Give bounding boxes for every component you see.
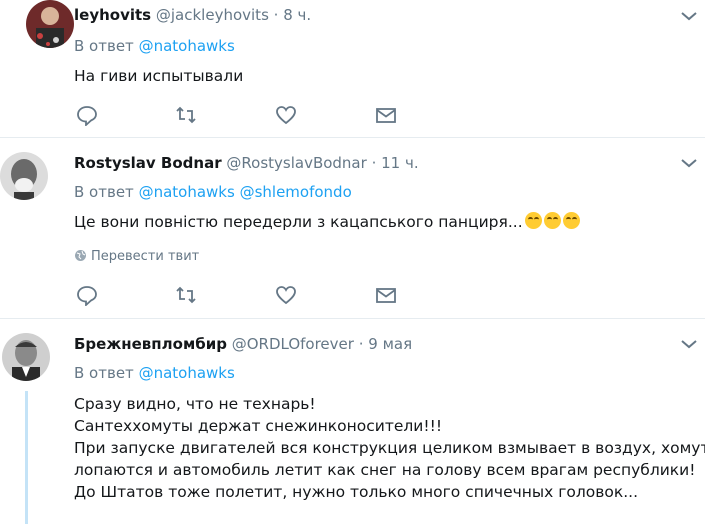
tweet-line: лопаются и автомобиль летит как снег на … <box>74 461 696 479</box>
chevron-down-icon[interactable] <box>680 157 698 169</box>
avatar[interactable] <box>26 0 74 48</box>
reply-prefix: В ответ <box>74 183 134 201</box>
separator-dot: · <box>358 335 364 353</box>
tweet-text: На гиви испытывали <box>74 65 243 87</box>
reply-icon[interactable] <box>76 104 98 126</box>
timestamp[interactable]: 9 мая <box>368 335 412 353</box>
tweet-text: Це вони повністю передерли з кацапського… <box>74 211 580 233</box>
dm-icon[interactable] <box>375 104 397 126</box>
tweet-actions <box>76 284 416 306</box>
like-icon[interactable] <box>275 104 297 126</box>
handle[interactable]: @jackleyhovits <box>156 6 269 24</box>
avatar[interactable] <box>0 152 48 200</box>
display-name[interactable]: leyhovits <box>74 6 151 24</box>
avatar[interactable] <box>2 333 50 381</box>
laughing-emoji-icon <box>562 212 580 229</box>
like-icon[interactable] <box>275 284 297 306</box>
separator-dot: · <box>273 6 279 24</box>
retweet-icon[interactable] <box>175 284 197 306</box>
tweet-line: При запуске двигателей вся конструкция ц… <box>74 439 705 457</box>
timestamp[interactable]: 11 ч. <box>381 154 419 172</box>
dm-icon[interactable] <box>375 284 397 306</box>
mention-link[interactable]: @shlemofondo <box>240 183 352 201</box>
thread-line <box>25 391 28 524</box>
display-name[interactable]: Rostyslav Bodnar <box>74 154 222 172</box>
handle[interactable]: @RostyslavBodnar <box>226 154 366 172</box>
tweet-2[interactable]: Rostyslav Bodnar @RostyslavBodnar · 11 ч… <box>0 138 705 318</box>
tweet-header: Брежневпломбир @ORDLOforever · 9 мая <box>74 334 412 354</box>
chevron-down-icon[interactable] <box>680 338 698 350</box>
tweet-line: Це вони повністю передерли з кацапського… <box>74 213 523 231</box>
translate-label: Перевести твит <box>91 249 200 264</box>
tweet-header: leyhovits @jackleyhovits · 8 ч. <box>74 5 311 25</box>
handle[interactable]: @ORDLOforever <box>232 335 354 353</box>
reply-context: В ответ @natohawks <box>74 36 235 56</box>
separator-dot: · <box>371 154 377 172</box>
tweet-actions <box>76 104 416 126</box>
translate-link[interactable]: Перевести твит <box>74 248 199 266</box>
display-name[interactable]: Брежневпломбир <box>74 335 227 353</box>
tweet-text: Сразу видно, что не технарь! Сантеххомут… <box>74 393 705 503</box>
reply-context: В ответ @natohawks @shlemofondo <box>74 182 352 202</box>
chevron-down-icon[interactable] <box>680 10 698 22</box>
reply-prefix: В ответ <box>74 364 134 382</box>
tweet-line: До Штатов тоже полетит, нужно только мно… <box>74 483 639 501</box>
mention-link[interactable]: @natohawks <box>139 183 235 201</box>
tweet-header: Rostyslav Bodnar @RostyslavBodnar · 11 ч… <box>74 153 419 173</box>
mention-link[interactable]: @natohawks <box>139 364 235 382</box>
tweet-line: На гиви испытывали <box>74 67 244 85</box>
laughing-emoji-icon <box>524 212 542 229</box>
tweet-line: Сантеххомуты держат снежинконосители!!! <box>74 417 443 435</box>
reply-icon[interactable] <box>76 284 98 306</box>
tweet-3[interactable]: Брежневпломбир @ORDLOforever · 9 мая В о… <box>0 319 705 524</box>
reply-context: В ответ @natohawks <box>74 363 235 383</box>
globe-icon <box>75 250 86 261</box>
reply-prefix: В ответ <box>74 37 134 55</box>
retweet-icon[interactable] <box>175 104 197 126</box>
tweet-line: Сразу видно, что не технарь! <box>74 395 316 413</box>
laughing-emoji-icon <box>543 212 561 229</box>
mention-link[interactable]: @natohawks <box>139 37 235 55</box>
tweet-1[interactable]: leyhovits @jackleyhovits · 8 ч. В ответ … <box>0 0 705 137</box>
timestamp[interactable]: 8 ч. <box>283 6 311 24</box>
